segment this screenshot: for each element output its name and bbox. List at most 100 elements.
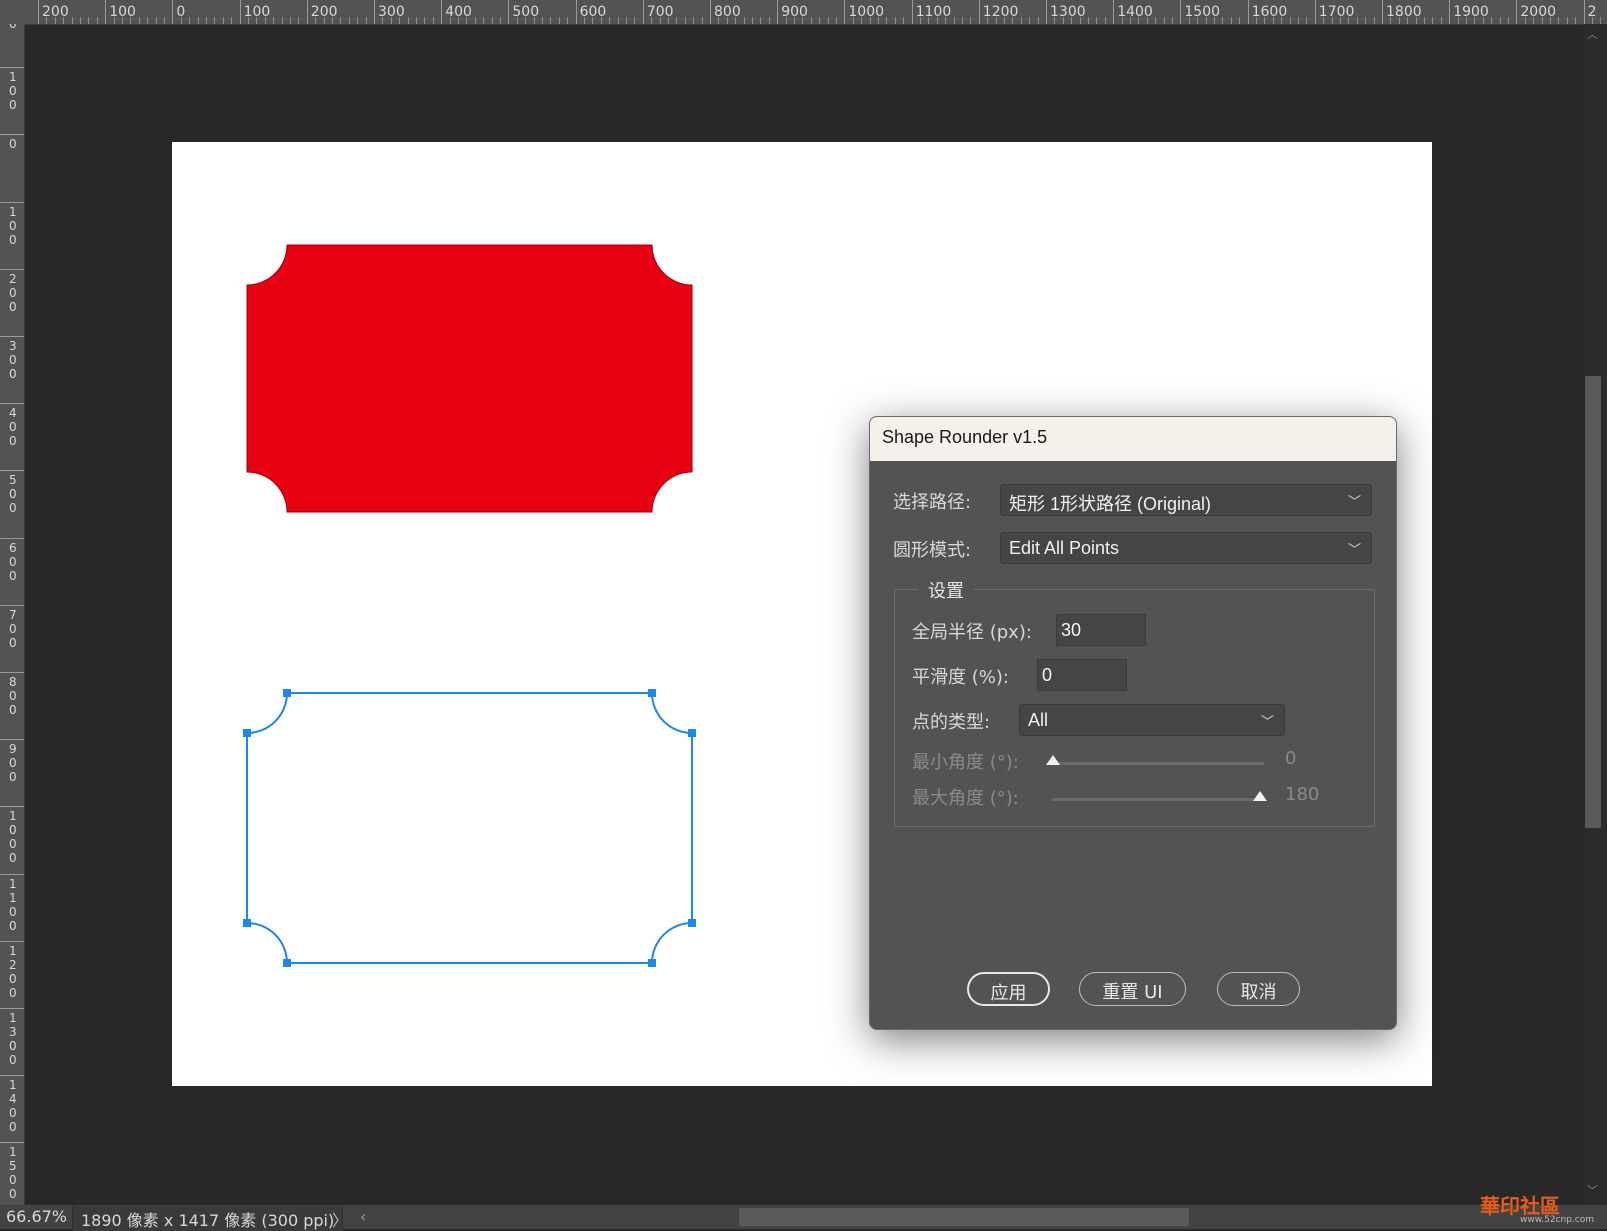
anchor-point[interactable]: [243, 729, 251, 737]
ruler-top-minor-tick: [147, 17, 149, 24]
ruler-top-minor-tick: [852, 17, 854, 24]
ruler-top-minor-tick: [760, 17, 762, 24]
ruler-left-label: 1200: [9, 943, 17, 1000]
ruler-top-minor-tick: [407, 17, 409, 24]
anchor-point[interactable]: [243, 919, 251, 927]
scroll-up-icon[interactable]: ︿: [1587, 26, 1598, 42]
anchor-point[interactable]: [688, 919, 696, 927]
smoothness-input[interactable]: [1037, 659, 1127, 691]
horizontal-scrollbar-thumb[interactable]: [739, 1208, 1189, 1226]
ruler-top-minor-tick: [1298, 17, 1299, 24]
ruler-top-minor-tick: [1340, 17, 1341, 24]
ruler-top-tick: 2: [1583, 0, 1597, 24]
chevron-down-icon: ﹀: [1347, 494, 1361, 509]
ruler-top-minor-tick: [1037, 17, 1039, 24]
ruler-top-minor-tick: [962, 17, 963, 24]
ruler-top-minor-tick: [609, 17, 611, 24]
round-mode-dropdown[interactable]: Edit All Points ﹀: [1000, 532, 1372, 564]
reset-ui-button[interactable]: 重置 UI: [1079, 972, 1186, 1006]
ruler-top-minor-tick: [701, 17, 703, 24]
ruler-top-minor-tick: [1491, 17, 1493, 24]
ruler-top-minor-tick: [315, 17, 317, 24]
ruler-top-minor-tick: [1600, 17, 1602, 24]
ruler-top-minor-tick: [1138, 17, 1140, 24]
ruler-top-minor-tick: [474, 17, 476, 24]
ruler-top-minor-tick: [1550, 17, 1551, 24]
ruler-top-tick: 1800: [1382, 0, 1422, 24]
anchor-point[interactable]: [648, 959, 656, 967]
ruler-top-minor-tick: [1499, 17, 1501, 24]
ruler-top-minor-tick: [1575, 17, 1577, 24]
ruler-left-label: 1000: [9, 809, 17, 866]
select-path-dropdown[interactable]: 矩形 1形状路径 (Original) ﹀: [1000, 484, 1372, 516]
ruler-top-minor-tick: [1079, 17, 1081, 24]
ruler-top-minor-tick: [1508, 17, 1509, 24]
document-info: 1890 像素 x 1417 像素 (300 ppi): [72, 1205, 344, 1231]
min-angle-slider[interactable]: [1052, 762, 1264, 765]
ruler-top-minor-tick: [1440, 17, 1442, 24]
ruler-top-tick: 1600: [1247, 0, 1287, 24]
zoom-level[interactable]: 66.67%: [6, 1207, 67, 1226]
ruler-top-minor-tick: [1121, 17, 1123, 24]
ruler-top-minor-tick: [836, 17, 837, 24]
ruler-top-minor-tick: [953, 17, 955, 24]
ruler-top-minor-tick: [1004, 17, 1005, 24]
round-mode-label: 圆形模式:: [893, 540, 972, 561]
ruler-left-label: 300: [9, 339, 17, 381]
ruler-top-tick: 0: [172, 0, 185, 24]
max-angle-slider[interactable]: [1052, 798, 1264, 801]
ruler-left-tick: 600: [0, 537, 24, 606]
red-shape[interactable]: [246, 244, 693, 513]
ruler-top-minor-tick: [525, 17, 527, 24]
ruler-top-minor-tick: [1323, 17, 1325, 24]
min-angle-value: 0: [1285, 748, 1297, 769]
ruler-top-minor-tick: [802, 17, 804, 24]
ruler-top[interactable]: 200 100 0 100 200 300 400 500 600 700 800 900 1000 11…: [24, 0, 1607, 25]
scroll-left-icon[interactable]: ‹: [360, 1207, 366, 1226]
ruler-top-minor-tick: [281, 17, 283, 24]
ruler-top-minor-tick: [550, 17, 552, 24]
cancel-button[interactable]: 取消: [1217, 972, 1300, 1006]
ruler-top-minor-tick: [130, 17, 132, 24]
ruler-top-minor-tick: [920, 17, 921, 24]
ruler-top-tick: 1500: [1180, 0, 1220, 24]
anchor-point[interactable]: [648, 689, 656, 697]
ruler-left-label: 1500: [9, 1145, 17, 1202]
apply-button[interactable]: 应用: [967, 972, 1050, 1006]
ruler-top-minor-tick: [365, 17, 367, 24]
min-angle-slider-thumb[interactable]: [1046, 755, 1060, 765]
ruler-top-minor-tick: [928, 17, 930, 24]
ruler-left-tick: 1000: [0, 806, 24, 874]
ruler-top-minor-tick: [80, 17, 81, 24]
max-angle-slider-thumb[interactable]: [1253, 791, 1267, 801]
ruler-top-minor-tick: [558, 17, 560, 24]
ruler-top-minor-tick: [500, 17, 501, 24]
ruler-top-minor-tick: [1524, 17, 1526, 24]
ruler-top-minor-tick: [1373, 17, 1375, 24]
ruler-top-minor-tick: [718, 17, 720, 24]
anchor-point[interactable]: [688, 729, 696, 737]
point-type-dropdown[interactable]: All ﹀: [1019, 704, 1285, 736]
ruler-top-minor-tick: [273, 17, 275, 24]
status-menu-chevron-icon[interactable]: 〉: [332, 1207, 348, 1231]
ruler-left[interactable]: 0010001002003004005006007008009001000110…: [0, 24, 25, 1205]
ruler-top-minor-tick: [340, 17, 342, 24]
ruler-top-tick: 2000: [1516, 0, 1556, 24]
ruler-top-minor-tick: [1197, 17, 1199, 24]
ruler-top-minor-tick: [886, 17, 888, 24]
ruler-left-tick: 1500: [0, 1142, 24, 1205]
shape-rounder-dialog[interactable]: Shape Rounder v1.5 选择路径: 矩形 1形状路径 (Origi…: [869, 416, 1397, 1030]
ruler-top-minor-tick: [995, 17, 997, 24]
ruler-top-minor-tick: [138, 17, 140, 24]
anchor-point[interactable]: [283, 959, 291, 967]
ruler-top-minor-tick: [1163, 17, 1165, 24]
selected-path-outline[interactable]: [246, 692, 693, 964]
ruler-top-minor-tick: [735, 17, 737, 24]
ruler-top-minor-tick: [96, 17, 98, 24]
anchor-point[interactable]: [283, 689, 291, 697]
ruler-top-minor-tick: [189, 17, 191, 24]
vertical-scrollbar-thumb[interactable]: [1585, 376, 1601, 828]
ruler-left-tick: 800: [0, 672, 24, 740]
ruler-top-minor-tick: [567, 17, 569, 24]
global-radius-input[interactable]: [1056, 614, 1146, 646]
